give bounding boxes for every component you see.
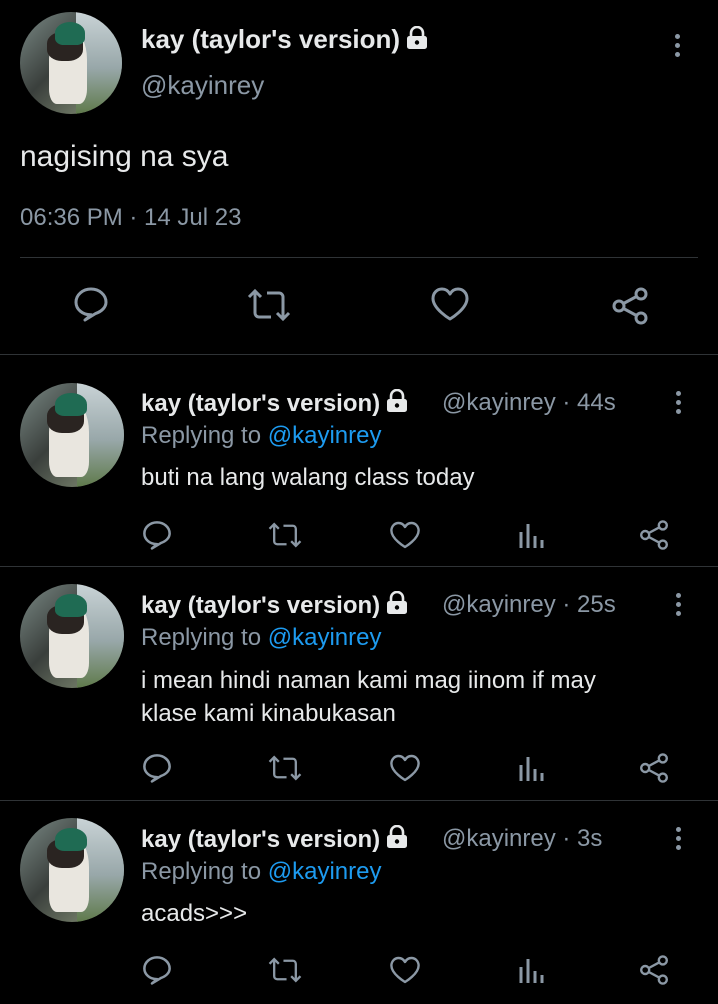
- more-options-icon[interactable]: [676, 827, 682, 854]
- share-icon[interactable]: [638, 954, 670, 986]
- retweet-icon[interactable]: [268, 521, 302, 549]
- replying-to: Replying to @kayinrey: [141, 422, 382, 449]
- lock-icon: [387, 825, 408, 848]
- handle-time[interactable]: @kayinrey · 44s: [442, 389, 616, 417]
- mention-link[interactable]: @kayinrey: [268, 624, 382, 651]
- reply-icon[interactable]: [72, 285, 110, 323]
- more-options-icon[interactable]: [675, 34, 681, 61]
- reply-text: i mean hindi naman kami mag iinom if may…: [141, 667, 596, 727]
- more-options-icon[interactable]: [676, 593, 682, 620]
- reply-tweet[interactable]: kay (taylor's version) @kayinrey · 44s R…: [0, 355, 718, 566]
- display-name[interactable]: kay (taylor's version): [141, 591, 408, 620]
- timestamp[interactable]: 06:36 PM · 14 Jul 23: [20, 204, 241, 232]
- replying-to: Replying to @kayinrey: [141, 858, 382, 885]
- share-icon[interactable]: [638, 752, 670, 784]
- avatar[interactable]: [20, 383, 124, 487]
- reply-text: buti na lang walang class today: [141, 464, 475, 491]
- like-icon[interactable]: [389, 520, 421, 550]
- reply-icon[interactable]: [141, 752, 173, 784]
- handle-time[interactable]: @kayinrey · 3s: [442, 825, 602, 853]
- reply-icon[interactable]: [141, 954, 173, 986]
- display-name[interactable]: kay (taylor's version): [141, 825, 408, 854]
- views-icon[interactable]: [517, 753, 545, 783]
- tweet-text: nagising na sya: [20, 140, 229, 173]
- like-icon[interactable]: [430, 286, 470, 322]
- reply-icon[interactable]: [141, 519, 173, 551]
- avatar[interactable]: [20, 12, 122, 114]
- display-name[interactable]: kay (taylor's version): [141, 389, 408, 418]
- replying-to: Replying to @kayinrey: [141, 624, 382, 651]
- like-icon[interactable]: [389, 753, 421, 783]
- avatar[interactable]: [20, 584, 124, 688]
- mention-link[interactable]: @kayinrey: [268, 858, 382, 885]
- retweet-icon[interactable]: [268, 754, 302, 782]
- lock-icon: [387, 389, 408, 412]
- lock-icon: [407, 26, 428, 49]
- divider: [20, 257, 698, 258]
- like-icon[interactable]: [389, 955, 421, 985]
- share-icon[interactable]: [638, 519, 670, 551]
- share-icon[interactable]: [610, 286, 650, 326]
- reply-tweet[interactable]: kay (taylor's version) @kayinrey · 3s Re…: [0, 801, 718, 1004]
- retweet-icon[interactable]: [247, 287, 291, 323]
- views-icon[interactable]: [517, 955, 545, 985]
- avatar[interactable]: [20, 818, 124, 922]
- mention-link[interactable]: @kayinrey: [268, 422, 382, 449]
- lock-icon: [387, 591, 408, 614]
- reply-tweet[interactable]: kay (taylor's version) @kayinrey · 25s R…: [0, 567, 718, 800]
- views-icon[interactable]: [517, 520, 545, 550]
- main-tweet: kay (taylor's version) @kayinrey nagisin…: [0, 0, 718, 355]
- retweet-icon[interactable]: [268, 956, 302, 984]
- handle-time[interactable]: @kayinrey · 25s: [442, 591, 616, 619]
- handle[interactable]: @kayinrey: [141, 70, 264, 101]
- more-options-icon[interactable]: [676, 391, 682, 418]
- display-name[interactable]: kay (taylor's version): [141, 24, 428, 55]
- reply-text: acads>>>: [141, 900, 248, 927]
